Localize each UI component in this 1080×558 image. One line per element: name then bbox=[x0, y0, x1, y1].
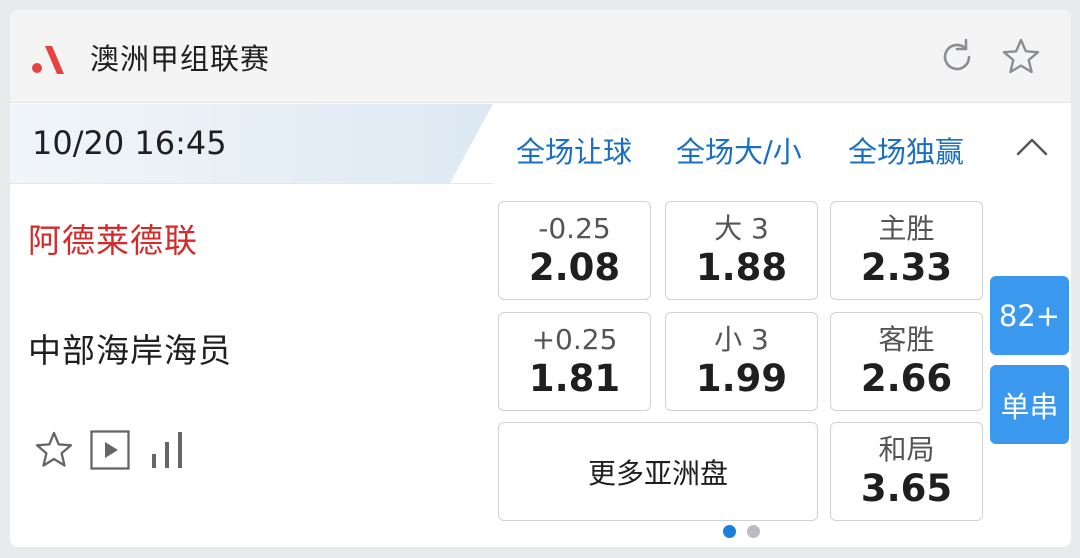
tab-handicap[interactable]: 全场让球 bbox=[516, 129, 632, 171]
pagination-dot-active[interactable] bbox=[723, 525, 736, 538]
odds-price: 2.66 bbox=[860, 357, 953, 400]
odds-line: +0.25 bbox=[531, 323, 618, 356]
star-outline-icon[interactable] bbox=[34, 430, 74, 470]
odds-line: -0.25 bbox=[538, 212, 611, 245]
away-team-name: 中部海岸海员 bbox=[28, 331, 232, 370]
star-outline-icon[interactable] bbox=[1000, 36, 1042, 78]
odds-handicap-away[interactable]: +0.25 1.81 bbox=[498, 312, 651, 411]
league-name: 澳洲甲组联赛 bbox=[90, 42, 271, 76]
odds-over[interactable]: 大 3 1.88 bbox=[665, 201, 818, 300]
more-asian-handicap-button[interactable]: 更多亚洲盘 bbox=[498, 422, 818, 521]
bar-chart-icon[interactable] bbox=[148, 430, 188, 470]
divider bbox=[10, 183, 493, 184]
odds-price: 2.08 bbox=[528, 246, 621, 289]
odds-line: 和局 bbox=[878, 433, 935, 466]
pagination-dot[interactable] bbox=[747, 525, 760, 538]
video-play-icon[interactable] bbox=[90, 430, 130, 470]
league-logo-icon bbox=[32, 46, 64, 74]
odds-line: 主胜 bbox=[878, 212, 935, 245]
odds-line: 大 3 bbox=[714, 212, 769, 245]
odds-price: 1.88 bbox=[695, 246, 788, 289]
chevron-up-icon[interactable] bbox=[1015, 132, 1049, 160]
odds-price: 1.81 bbox=[528, 357, 621, 400]
odds-away-win[interactable]: 客胜 2.66 bbox=[830, 312, 983, 411]
tab-over-under[interactable]: 全场大/小 bbox=[676, 129, 802, 171]
odds-under[interactable]: 小 3 1.99 bbox=[665, 312, 818, 411]
odds-line: 小 3 bbox=[714, 323, 769, 356]
league-header: 澳洲甲组联赛 bbox=[10, 10, 1071, 103]
odds-price: 2.33 bbox=[860, 246, 953, 289]
odds-line: 客胜 bbox=[878, 323, 935, 356]
tab-moneyline[interactable]: 全场独赢 bbox=[848, 129, 964, 171]
odds-price: 3.65 bbox=[860, 467, 953, 510]
odds-home-win[interactable]: 主胜 2.33 bbox=[830, 201, 983, 300]
match-time: 10/20 16:45 bbox=[32, 124, 227, 162]
odds-price: 1.99 bbox=[695, 357, 788, 400]
single-parlay-button[interactable]: 单串 bbox=[990, 365, 1069, 444]
refresh-icon[interactable] bbox=[936, 36, 978, 78]
match-card: 澳洲甲组联赛 10/20 16:45 全场让球 全场大/小 全场独赢 阿德莱德联… bbox=[10, 10, 1071, 547]
more-markets-button[interactable]: 82+ bbox=[990, 276, 1069, 355]
home-team-name: 阿德莱德联 bbox=[28, 221, 198, 260]
odds-draw[interactable]: 和局 3.65 bbox=[830, 422, 983, 521]
odds-handicap-home[interactable]: -0.25 2.08 bbox=[498, 201, 651, 300]
